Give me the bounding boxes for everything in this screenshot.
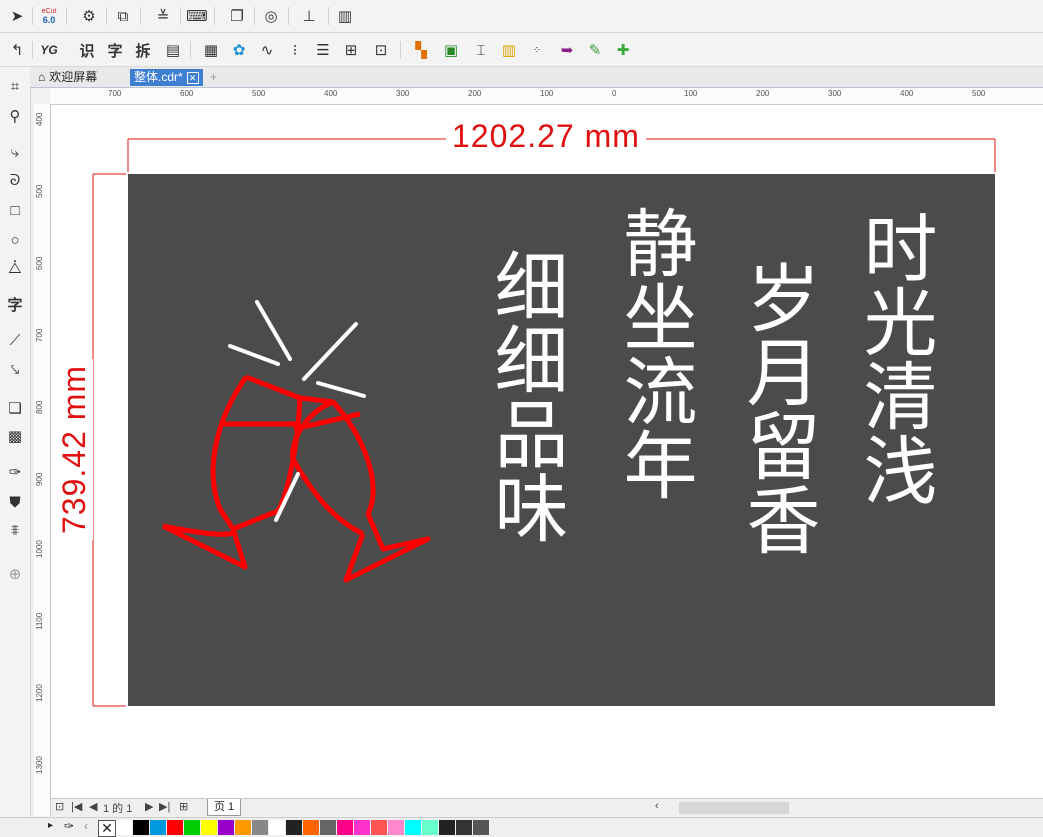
color-swatch[interactable] — [235, 820, 251, 835]
sparkle-line — [255, 300, 292, 361]
poem-column-1[interactable]: 时光清浅 — [847, 210, 937, 506]
color-swatch[interactable] — [337, 820, 353, 835]
width-dimension-label[interactable]: 1202.27 mm — [446, 118, 646, 155]
left-glass-outline — [162, 375, 249, 537]
color-swatch[interactable] — [388, 820, 404, 835]
no-color-swatch[interactable]: ✕ — [98, 820, 116, 837]
page-navigator: ⊡ |◀ ◀ 1 的 1 ▶ ▶| ⊞ 页 1 ‹ — [51, 798, 1043, 817]
poem-column-2[interactable]: 岁月留香 — [730, 260, 820, 556]
prev-page-icon[interactable]: ◀ — [89, 800, 97, 813]
page-settings-icon[interactable]: ⊡ — [55, 800, 64, 813]
color-swatch[interactable] — [167, 820, 183, 835]
color-swatch[interactable] — [320, 820, 336, 835]
horizontal-scrollbar[interactable] — [679, 802, 789, 814]
color-swatch[interactable] — [133, 820, 149, 835]
color-swatch[interactable] — [269, 820, 285, 835]
first-page-icon[interactable]: |◀ — [71, 800, 82, 813]
scroll-palette-left-icon[interactable]: ‹ — [84, 819, 88, 833]
color-swatch[interactable] — [405, 820, 421, 835]
poem-column-3[interactable]: 静坐流年 — [607, 205, 697, 501]
color-swatch[interactable] — [150, 820, 166, 835]
color-swatch[interactable] — [371, 820, 387, 835]
eyedropper-icon[interactable]: ✑ — [64, 819, 74, 833]
color-swatch[interactable] — [354, 820, 370, 835]
color-swatch[interactable] — [201, 820, 217, 835]
scroll-left-icon[interactable]: ‹ — [655, 800, 659, 812]
left-glass-bowl — [232, 374, 303, 532]
sparkle-line — [302, 322, 358, 381]
sparkle-line — [316, 381, 366, 398]
color-swatch[interactable] — [218, 820, 234, 835]
page-tab[interactable]: 页 1 — [207, 799, 242, 816]
color-swatch[interactable] — [252, 820, 268, 835]
color-swatch[interactable] — [473, 820, 489, 835]
color-swatch[interactable] — [439, 820, 455, 835]
add-page-icon[interactable]: ⊞ — [179, 800, 188, 813]
color-swatch[interactable] — [456, 820, 472, 835]
color-swatch[interactable] — [422, 820, 438, 835]
height-dimension-label[interactable]: 739.42 mm — [56, 358, 93, 540]
color-swatch[interactable] — [286, 820, 302, 835]
palette-menu-icon[interactable]: ▸ — [48, 820, 53, 831]
last-page-icon[interactable]: ▶| — [159, 800, 170, 813]
color-swatch[interactable] — [303, 820, 319, 835]
page-count: 1 的 1 — [103, 803, 133, 815]
next-page-icon[interactable]: ▶ — [145, 800, 153, 813]
color-swatch[interactable] — [184, 820, 200, 835]
color-swatch[interactable] — [116, 820, 132, 835]
poem-column-4[interactable]: 细细品味 — [478, 248, 568, 544]
color-palette: ▸ ✑ ‹ ✕ — [0, 817, 1043, 837]
sparkle-line — [228, 344, 280, 366]
